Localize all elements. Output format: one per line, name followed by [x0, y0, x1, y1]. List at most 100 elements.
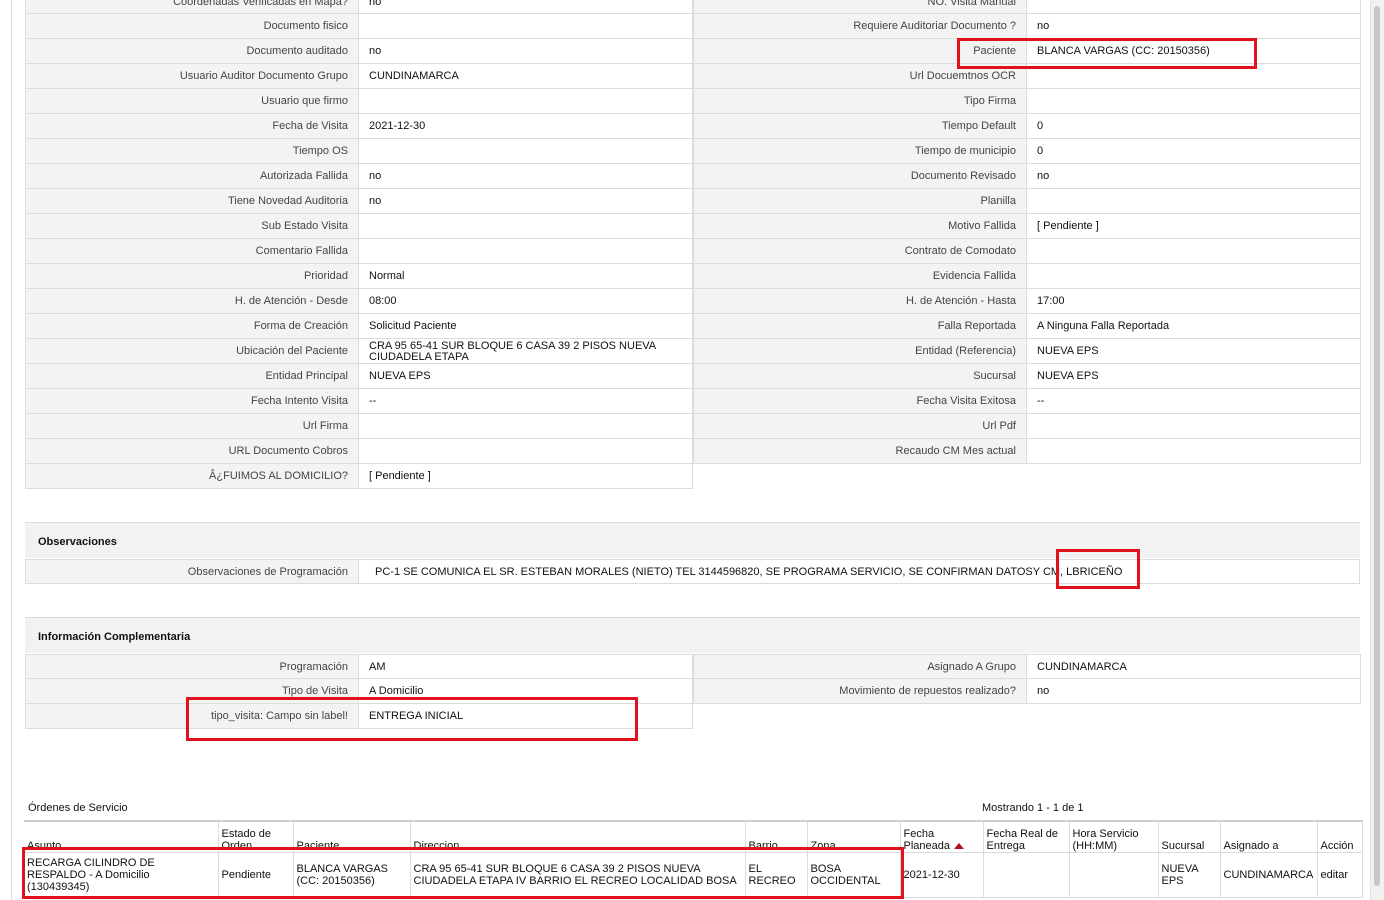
field-value: [359, 89, 693, 114]
detail-row-entidad-referencia: Entidad (Referencia) NUEVA EPS: [693, 339, 1361, 364]
field-value: no: [359, 164, 693, 189]
field-label: Tipo de Visita: [25, 679, 359, 704]
detail-row-url-documento-cobros: URL Documento Cobros: [25, 439, 693, 464]
detail-row-h-de-atencion-hasta: H. de Atención - Hasta 17:00: [693, 289, 1361, 314]
field-value: no: [1027, 164, 1361, 189]
sort-ascending-icon: [954, 843, 964, 850]
field-value: [359, 239, 693, 264]
col-sucursal[interactable]: Sucursal: [1158, 820, 1221, 853]
field-value: no: [1027, 679, 1361, 704]
complementaria-left-column: Programación AM Tipo de Visita A Domicilio t…: [25, 654, 693, 729]
field-value: --: [1027, 389, 1361, 414]
detail-row-url-firma: Url Firma: [25, 414, 693, 439]
table-row: RECARGA CILINDRO DE RESPALDO - A Domicil…: [24, 852, 1363, 898]
detail-row-no-visita-manual: NO. Visita Manual: [693, 0, 1361, 14]
field-label: Coordenadas Verificadas en Mapa?: [25, 0, 359, 14]
detail-row-url-pdf: Url Pdf: [693, 414, 1361, 439]
field-value: --: [359, 389, 693, 414]
detail-row-planilla: Planilla: [693, 189, 1361, 214]
detail-row-fecha-de-visita: Fecha de Visita 2021-12-30: [25, 114, 693, 139]
field-label: Documento auditado: [25, 39, 359, 64]
complementaria-right-column: Asignado A Grupo CUNDINAMARCA Movimiento d…: [693, 654, 1361, 704]
detail-row-documento-revisado: Documento Revisado no: [693, 164, 1361, 189]
col-barrio[interactable]: Barrio: [745, 820, 808, 853]
field-label: Entidad (Referencia): [693, 339, 1027, 364]
col-direccion[interactable]: Direccion: [410, 820, 746, 853]
field-label: Documento Revisado: [693, 164, 1027, 189]
detail-row-asignado-a-grupo: Asignado A Grupo CUNDINAMARCA: [693, 654, 1361, 679]
field-label: Url Docuemtnos OCR: [693, 64, 1027, 89]
field-label: Documento fisico: [25, 14, 359, 39]
field-value: [359, 14, 693, 39]
field-label: Tipo Firma: [693, 89, 1027, 114]
field-value: [1027, 264, 1361, 289]
col-accion: Acción: [1317, 820, 1363, 853]
detail-row-paciente: Paciente BLANCA VARGAS (CC: 20150356): [693, 39, 1361, 64]
field-value: A Ninguna Falla Reportada: [1027, 314, 1361, 339]
observaciones-value: PC-1 SE COMUNICA EL SR. ESTEBAN MORALES …: [359, 559, 1360, 584]
field-label: Autorizada Fallida: [25, 164, 359, 189]
field-label: tipo_visita: Campo sin label!: [25, 704, 359, 729]
detail-row-contrato-de-comodato: Contrato de Comodato: [693, 239, 1361, 264]
field-value: Normal: [359, 264, 693, 289]
field-label: Tiempo Default: [693, 114, 1027, 139]
detail-row-ubicacion-del-paciente: Ubicación del Paciente CRA 95 65-41 SUR B…: [25, 339, 693, 364]
field-value: NUEVA EPS: [359, 364, 693, 389]
field-value: [359, 439, 693, 464]
field-label: Usuario que firmo: [25, 89, 359, 114]
detail-row-tipo-visita-campo-sin-label: tipo_visita: Campo sin label! ENTREGA INI…: [25, 704, 693, 729]
detail-row-usuario-que-firmo: Usuario que firmo: [25, 89, 693, 114]
field-label: Requiere Auditoriar Documento ?: [693, 14, 1027, 39]
detail-row-documento-fisico: Documento fisico: [25, 14, 693, 39]
field-value: BLANCA VARGAS (CC: 20150356): [1027, 39, 1361, 64]
observaciones-header: Observaciones: [25, 522, 1360, 558]
detail-row-fecha-visita-exitosa: Fecha Visita Exitosa --: [693, 389, 1361, 414]
field-value: [1027, 89, 1361, 114]
detail-row-recaudo-cm-mes-actual: Recaudo CM Mes actual: [693, 439, 1361, 464]
field-label: Fecha de Visita: [25, 114, 359, 139]
edit-link[interactable]: editar: [1317, 852, 1363, 898]
detail-row-sub-estado-visita: Sub Estado Visita: [25, 214, 693, 239]
field-label: Entidad Principal: [25, 364, 359, 389]
field-label: Usuario Auditor Documento Grupo: [25, 64, 359, 89]
col-fecha-real[interactable]: Fecha Real de Entrega: [983, 820, 1070, 853]
field-value: 0: [1027, 114, 1361, 139]
cell-sucursal: NUEVA EPS: [1158, 852, 1221, 898]
scrollbar-thumb[interactable]: [1374, 6, 1380, 886]
orders-pagination-count: Mostrando 1 - 1 de 1: [982, 802, 1084, 814]
cell-fecha-planeada: 2021-12-30: [900, 852, 984, 898]
detail-row-requiere-auditoriar-documento: Requiere Auditoriar Documento ? no: [693, 14, 1361, 39]
col-zona[interactable]: Zona: [807, 820, 901, 853]
field-label: Paciente: [693, 39, 1027, 64]
field-value: 17:00: [1027, 289, 1361, 314]
field-label: Movimiento de repuestos realizado?: [693, 679, 1027, 704]
field-label: Programación: [25, 654, 359, 679]
detail-row-tiene-novedad-auditoria: Tiene Novedad Auditoria no: [25, 189, 693, 214]
field-label: H. de Atención - Hasta: [693, 289, 1027, 314]
field-value: CRA 95 65-41 SUR BLOQUE 6 CASA 39 2 PISO…: [359, 339, 693, 364]
field-value: 2021-12-30: [359, 114, 693, 139]
field-value: no: [359, 0, 693, 14]
field-value: [359, 139, 693, 164]
cell-asunto: RECARGA CILINDRO DE RESPALDO - A Domicil…: [24, 852, 219, 898]
col-estado[interactable]: Estado de Orden: [218, 820, 294, 853]
field-label: Sub Estado Visita: [25, 214, 359, 239]
col-hora-servicio[interactable]: Hora Servicio (HH:MM): [1069, 820, 1159, 853]
detail-row-fecha-intento-visita: Fecha Intento Visita --: [25, 389, 693, 414]
field-value: [1027, 239, 1361, 264]
field-label: Asignado A Grupo: [693, 654, 1027, 679]
col-paciente[interactable]: Paciente: [293, 820, 411, 853]
complementaria-header: Información Complementaria: [25, 617, 1360, 653]
field-value: A Domicilio: [359, 679, 693, 704]
detail-row-url-docuemtnos-ocr: Url Docuemtnos OCR: [693, 64, 1361, 89]
col-asignado[interactable]: Asignado a: [1220, 820, 1318, 853]
col-fecha-planeada[interactable]: Fecha Planeada: [900, 820, 984, 853]
field-label: Â¿FUIMOS AL DOMICILIO?: [25, 464, 359, 489]
detail-row-forma-de-creacion: Forma de Creación Solicitud Paciente: [25, 314, 693, 339]
field-value: no: [1027, 14, 1361, 39]
orders-title: Órdenes de Servicio: [28, 802, 128, 814]
field-label: Url Firma: [25, 414, 359, 439]
detail-row-tipo-de-visita: Tipo de Visita A Domicilio: [25, 679, 693, 704]
col-asunto[interactable]: Asunto: [24, 820, 219, 853]
field-value: no: [359, 189, 693, 214]
